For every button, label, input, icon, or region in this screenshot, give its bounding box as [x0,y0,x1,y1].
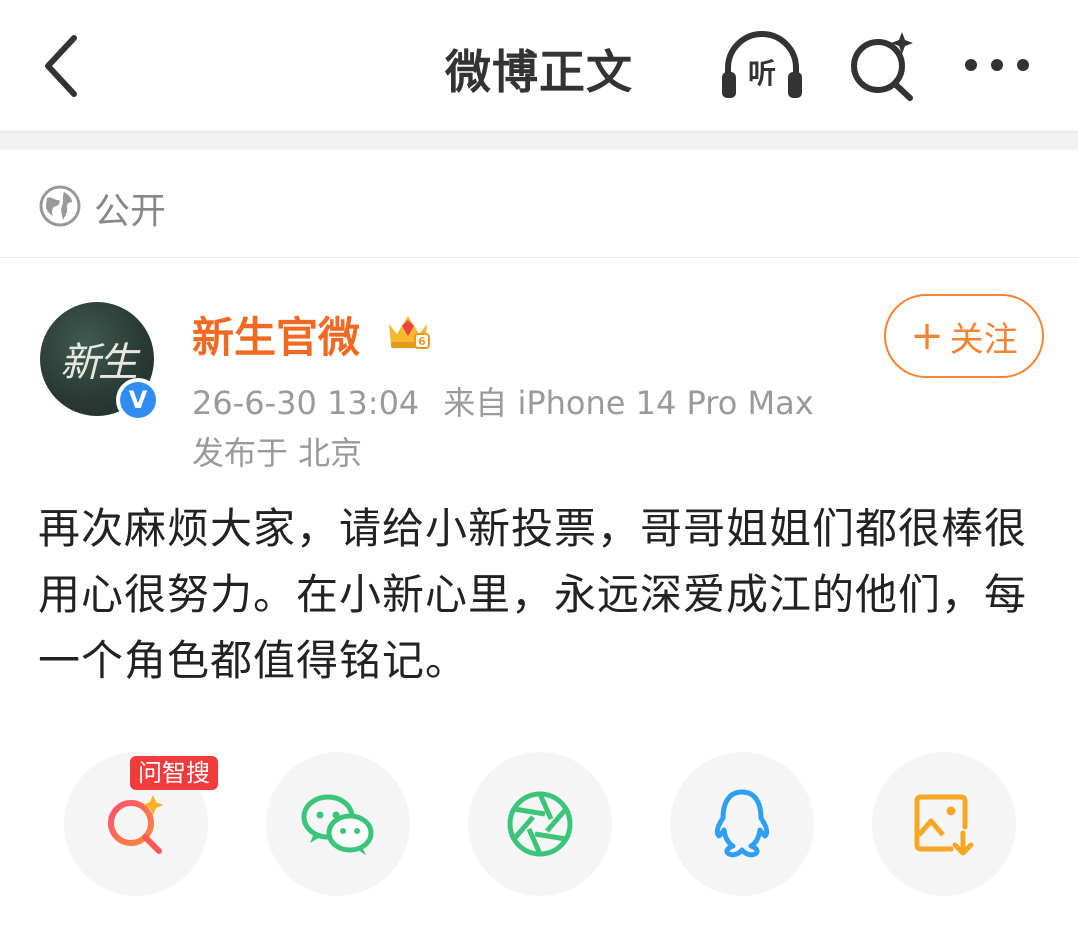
visibility-label: 公开 [94,191,167,232]
share-moments-button[interactable] [468,752,612,896]
weibo-post-page: 微博正文 听 公开 新生 V 新生官微 6 + 关注 26-6-30 13:04… [0,0,1078,932]
top-navigation-bar: 微博正文 听 [0,0,1078,132]
qq-icon [714,789,770,858]
plus-icon: + [910,313,944,359]
post-location: 发布于 北京 [192,434,363,472]
svg-text:6: 6 [418,335,426,348]
follow-label: 关注 [949,319,1018,360]
wechat-icon [301,794,374,855]
vip-crown-icon[interactable]: 6 [385,308,431,354]
listen-label: 听 [747,57,776,90]
ai-search-icon [851,32,913,101]
post-source: 来自 iPhone 14 Pro Max [443,384,814,422]
post-timestamp: 26-6-30 13:04 [192,384,420,422]
share-wechat-button[interactable] [266,752,410,896]
section-divider [0,131,1078,150]
save-image-button[interactable] [872,752,1016,896]
more-icon [965,59,1029,71]
follow-button[interactable]: + 关注 [884,294,1044,378]
save-image-icon [914,794,974,856]
listen-button[interactable]: 听 [718,28,806,104]
ai-search-share-icon [108,795,163,854]
author-name[interactable]: 新生官微 [192,304,360,365]
post-meta: 26-6-30 13:04 来自 iPhone 14 Pro Max [192,378,814,424]
verified-mark: V [120,382,156,418]
moments-icon [507,791,573,857]
more-button[interactable] [962,40,1032,90]
share-qq-button[interactable] [670,752,814,896]
verified-badge-icon: V [116,378,160,422]
ai-search-button[interactable] [846,28,920,104]
ai-search-badge: 问智搜 [130,756,218,790]
post-text: 再次麻烦大家，请给小新投票，哥哥姐姐们都很棒很用心很努力。在小新心里，永远深爱成… [38,504,1028,685]
globe-icon [39,185,81,227]
